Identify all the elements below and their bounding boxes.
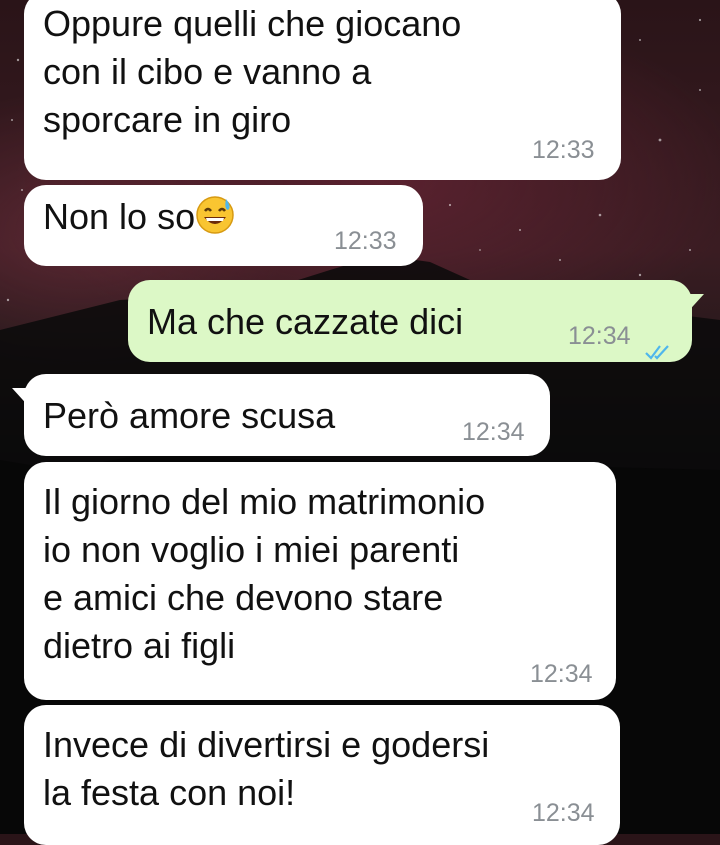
incoming-message-bubble[interactable]: Non lo so 12:33 <box>24 185 423 266</box>
bubble-tail <box>678 280 704 316</box>
incoming-message-bubble[interactable]: Invece di divertirsi e godersi la festa … <box>24 705 620 845</box>
message-timestamp: 12:33 <box>334 227 397 255</box>
message-text: Oppure quelli che giocano con il cibo e … <box>43 3 462 140</box>
chat-message-list[interactable]: Oppure quelli che giocano con il cibo e … <box>0 0 720 845</box>
sweat-smile-emoji-icon <box>195 195 235 247</box>
incoming-message-bubble[interactable]: Però amore scusa 12:34 <box>12 374 550 456</box>
message-text: Invece di divertirsi e godersi la festa … <box>43 724 490 813</box>
message-timestamp: 12:34 <box>462 418 525 446</box>
bubble-tail <box>12 374 38 410</box>
message-timestamp: 12:34 <box>530 660 593 688</box>
message-text: Il giorno del mio matrimonio io non vogl… <box>43 481 486 666</box>
read-double-check-icon <box>644 326 674 374</box>
message-timestamp: 12:34 <box>532 799 595 827</box>
outgoing-message-bubble[interactable]: Ma che cazzate dici 12:34 <box>128 280 704 362</box>
message-timestamp: 12:34 <box>568 322 631 350</box>
message-timestamp: 12:33 <box>532 136 595 164</box>
message-text: Non lo so <box>43 196 196 237</box>
incoming-message-bubble[interactable]: Oppure quelli che giocano con il cibo e … <box>24 0 621 180</box>
message-text: Però amore scusa <box>43 395 336 436</box>
incoming-message-bubble[interactable]: Il giorno del mio matrimonio io non vogl… <box>24 462 616 700</box>
